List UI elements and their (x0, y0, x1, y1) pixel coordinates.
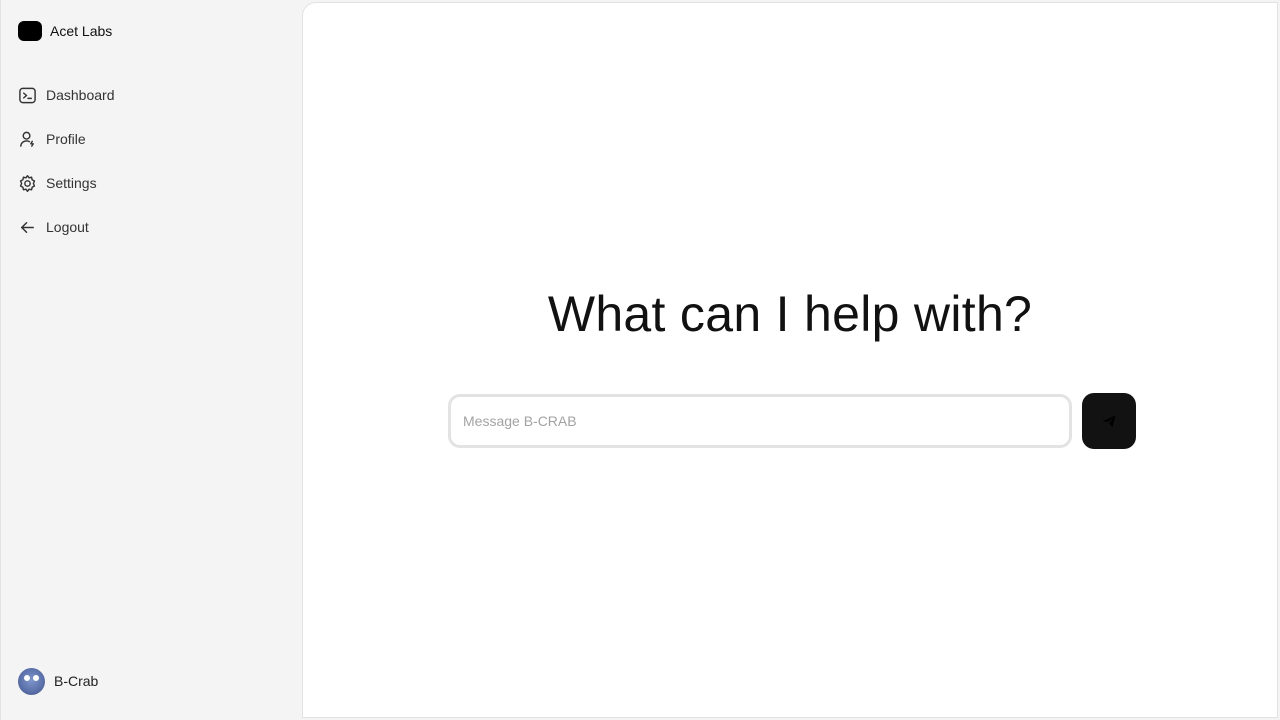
user-name: B-Crab (54, 673, 99, 689)
sidebar: Acet Labs Dashboard Profile Settings Log… (0, 0, 302, 720)
brand-name: Acet Labs (50, 23, 113, 39)
message-input[interactable] (448, 394, 1072, 448)
avatar (18, 667, 45, 695)
page-title: What can I help with? (547, 286, 1033, 342)
user-profile[interactable]: B-Crab (18, 666, 98, 696)
send-button[interactable] (1082, 393, 1136, 449)
sidebar-item-dashboard[interactable]: Dashboard (1, 73, 303, 117)
message-composer (448, 393, 1136, 449)
sidebar-item-logout[interactable]: Logout (1, 205, 303, 249)
arrow-left-icon (21, 221, 34, 233)
sidebar-item-label: Dashboard (46, 87, 115, 103)
brand[interactable]: Acet Labs (18, 20, 112, 42)
sidebar-item-label: Logout (46, 219, 89, 235)
sidebar-item-settings[interactable]: Settings (1, 161, 303, 205)
sidebar-nav: Dashboard Profile Settings Logout (1, 73, 303, 249)
main-panel: What can I help with? (302, 2, 1278, 718)
gear-icon (19, 174, 36, 192)
paper-plane-icon (1102, 415, 1116, 427)
sidebar-item-label: Profile (46, 131, 86, 147)
brand-logo (18, 21, 42, 41)
sidebar-item-profile[interactable]: Profile (1, 117, 303, 161)
terminal-icon (19, 87, 36, 103)
user-icon (20, 131, 34, 147)
sidebar-item-label: Settings (46, 175, 97, 191)
